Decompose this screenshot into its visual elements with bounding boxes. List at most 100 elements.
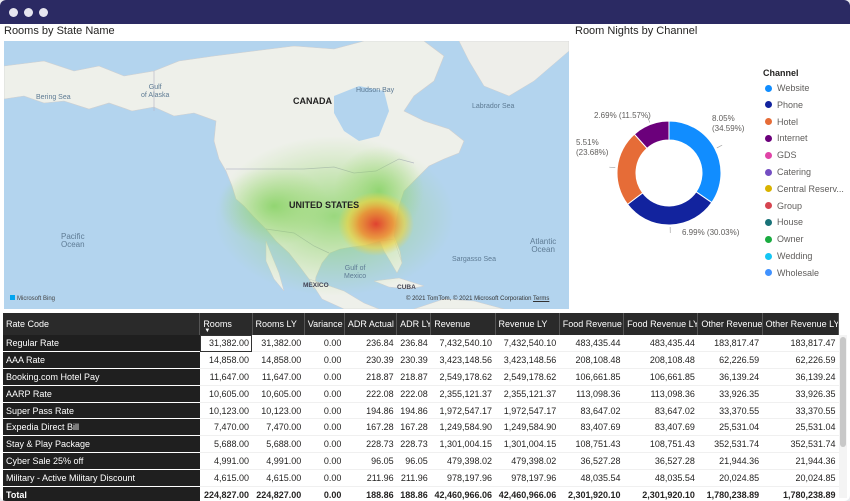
- column-header-other-revenue[interactable]: Other Revenue: [697, 313, 763, 335]
- value-cell[interactable]: 0.00: [304, 485, 345, 501]
- value-cell[interactable]: 167.28: [396, 418, 431, 437]
- value-cell[interactable]: 0.00: [304, 402, 345, 420]
- value-cell[interactable]: 33,926.35: [697, 385, 763, 403]
- value-cell[interactable]: 208,108.48: [623, 351, 698, 370]
- rate-code-cell[interactable]: Booking.com Hotel Pay: [3, 368, 200, 386]
- rate-code-cell[interactable]: AARP Rate: [3, 385, 200, 403]
- value-cell[interactable]: 479,398.02: [495, 452, 560, 470]
- value-cell[interactable]: 31,382.00: [199, 335, 253, 353]
- value-cell[interactable]: 1,972,547.17: [495, 402, 560, 420]
- value-cell[interactable]: 1,301,004.15: [430, 435, 496, 454]
- legend-item-wholesale[interactable]: Wholesale: [765, 268, 819, 278]
- value-cell[interactable]: 36,527.28: [623, 452, 698, 470]
- column-header-rate-code[interactable]: Rate Code: [3, 313, 201, 335]
- column-header-food-revenue[interactable]: Food Revenue: [559, 313, 625, 335]
- value-cell[interactable]: 236.84: [396, 335, 431, 353]
- value-cell[interactable]: 224,827.00: [199, 485, 253, 501]
- legend-item-group[interactable]: Group: [765, 201, 802, 211]
- value-cell[interactable]: 188.86: [396, 485, 431, 501]
- legend-item-phone[interactable]: Phone: [765, 100, 803, 110]
- value-cell[interactable]: 1,972,547.17: [430, 402, 496, 420]
- value-cell[interactable]: 218.87: [396, 368, 431, 386]
- value-cell[interactable]: 25,531.04: [762, 418, 839, 437]
- value-cell[interactable]: 2,549,178.62: [495, 368, 560, 386]
- value-cell[interactable]: 228.73: [396, 435, 431, 454]
- value-cell[interactable]: 7,432,540.10: [495, 335, 560, 353]
- value-cell[interactable]: 211.96: [344, 469, 397, 487]
- value-cell[interactable]: 36,139.24: [762, 368, 839, 386]
- value-cell[interactable]: 21,944.36: [697, 452, 763, 470]
- value-cell[interactable]: 83,647.02: [559, 402, 624, 420]
- value-cell[interactable]: 2,355,121.37: [495, 385, 560, 403]
- value-cell[interactable]: 2,301,920.10: [559, 485, 624, 501]
- column-header-rooms-ly[interactable]: Rooms LY: [252, 313, 305, 335]
- value-cell[interactable]: 108,751.43: [559, 435, 624, 454]
- column-header-revenue-ly[interactable]: Revenue LY: [495, 313, 560, 335]
- rate-code-cell[interactable]: Regular Rate: [3, 335, 200, 353]
- value-cell[interactable]: 5,688.00: [199, 435, 253, 454]
- column-header-rooms[interactable]: Rooms ▼: [199, 313, 253, 335]
- value-cell[interactable]: 0.00: [304, 435, 345, 454]
- legend-item-hotel[interactable]: Hotel: [765, 117, 798, 127]
- value-cell[interactable]: 42,460,966.06: [430, 485, 496, 501]
- value-cell[interactable]: 479,398.02: [430, 452, 496, 470]
- value-cell[interactable]: 194.86: [344, 402, 397, 420]
- legend-item-catering[interactable]: Catering: [765, 167, 811, 177]
- value-cell[interactable]: 20,024.85: [697, 469, 763, 487]
- value-cell[interactable]: 222.08: [344, 385, 397, 403]
- column-header-adr-actual[interactable]: ADR Actual: [344, 313, 398, 335]
- rate-code-cell[interactable]: Stay & Play Package: [3, 435, 200, 454]
- rate-code-cell[interactable]: Super Pass Rate: [3, 402, 200, 420]
- value-cell[interactable]: 25,531.04: [697, 418, 763, 437]
- value-cell[interactable]: 2,301,920.10: [623, 485, 698, 501]
- value-cell[interactable]: 62,226.59: [762, 351, 839, 370]
- value-cell[interactable]: 48,035.54: [623, 469, 698, 487]
- value-cell[interactable]: 4,991.00: [252, 452, 305, 470]
- value-cell[interactable]: 4,615.00: [199, 469, 253, 487]
- value-cell[interactable]: 230.39: [344, 351, 397, 370]
- value-cell[interactable]: 108,751.43: [623, 435, 698, 454]
- value-cell[interactable]: 0.00: [304, 452, 345, 470]
- value-cell[interactable]: 33,370.55: [762, 402, 839, 420]
- value-cell[interactable]: 83,407.69: [559, 418, 624, 437]
- value-cell[interactable]: 4,991.00: [199, 452, 253, 470]
- value-cell[interactable]: 2,549,178.62: [430, 368, 496, 386]
- value-cell[interactable]: 83,647.02: [623, 402, 698, 420]
- value-cell[interactable]: 230.39: [396, 351, 431, 370]
- value-cell[interactable]: 0.00: [304, 418, 345, 437]
- value-cell[interactable]: 222.08: [396, 385, 431, 403]
- value-cell[interactable]: 188.86: [344, 485, 397, 501]
- value-cell[interactable]: 224,827.00: [252, 485, 305, 501]
- rate-code-cell[interactable]: Military - Active Military Discount: [3, 469, 200, 487]
- value-cell[interactable]: 194.86: [396, 402, 431, 420]
- rate-code-cell[interactable]: AAA Rate: [3, 351, 200, 370]
- rate-code-cell[interactable]: Total: [3, 485, 200, 501]
- column-header-food-revenue-ly[interactable]: Food Revenue LY: [623, 313, 699, 335]
- rate-code-cell[interactable]: Cyber Sale 25% off: [3, 452, 200, 470]
- value-cell[interactable]: 3,423,148.56: [495, 351, 560, 370]
- legend-item-website[interactable]: Website: [765, 83, 809, 93]
- value-cell[interactable]: 483,435.44: [559, 335, 624, 353]
- legend-item-internet[interactable]: Internet: [765, 133, 808, 143]
- legend-item-house[interactable]: House: [765, 217, 803, 227]
- value-cell[interactable]: 0.00: [304, 335, 345, 353]
- value-cell[interactable]: 978,197.96: [495, 469, 560, 487]
- donut-slice-phone[interactable]: [626, 191, 713, 226]
- value-cell[interactable]: 106,661.85: [559, 368, 624, 386]
- value-cell[interactable]: 4,615.00: [252, 469, 305, 487]
- value-cell[interactable]: 33,926.35: [762, 385, 839, 403]
- value-cell[interactable]: 20,024.85: [762, 469, 839, 487]
- value-cell[interactable]: 7,432,540.10: [430, 335, 496, 353]
- value-cell[interactable]: 1,249,584.90: [495, 418, 560, 437]
- value-cell[interactable]: 10,605.00: [252, 385, 305, 403]
- value-cell[interactable]: 352,531.74: [762, 435, 839, 454]
- value-cell[interactable]: 183,817.47: [697, 335, 763, 353]
- value-cell[interactable]: 352,531.74: [697, 435, 763, 454]
- value-cell[interactable]: 48,035.54: [559, 469, 624, 487]
- value-cell[interactable]: 1,249,584.90: [430, 418, 496, 437]
- value-cell[interactable]: 167.28: [344, 418, 397, 437]
- column-header-adr-ly[interactable]: ADR LY: [396, 313, 432, 335]
- sort-descending-icon[interactable]: ▼: [204, 328, 210, 334]
- value-cell[interactable]: 218.87: [344, 368, 397, 386]
- value-cell[interactable]: 1,301,004.15: [495, 435, 560, 454]
